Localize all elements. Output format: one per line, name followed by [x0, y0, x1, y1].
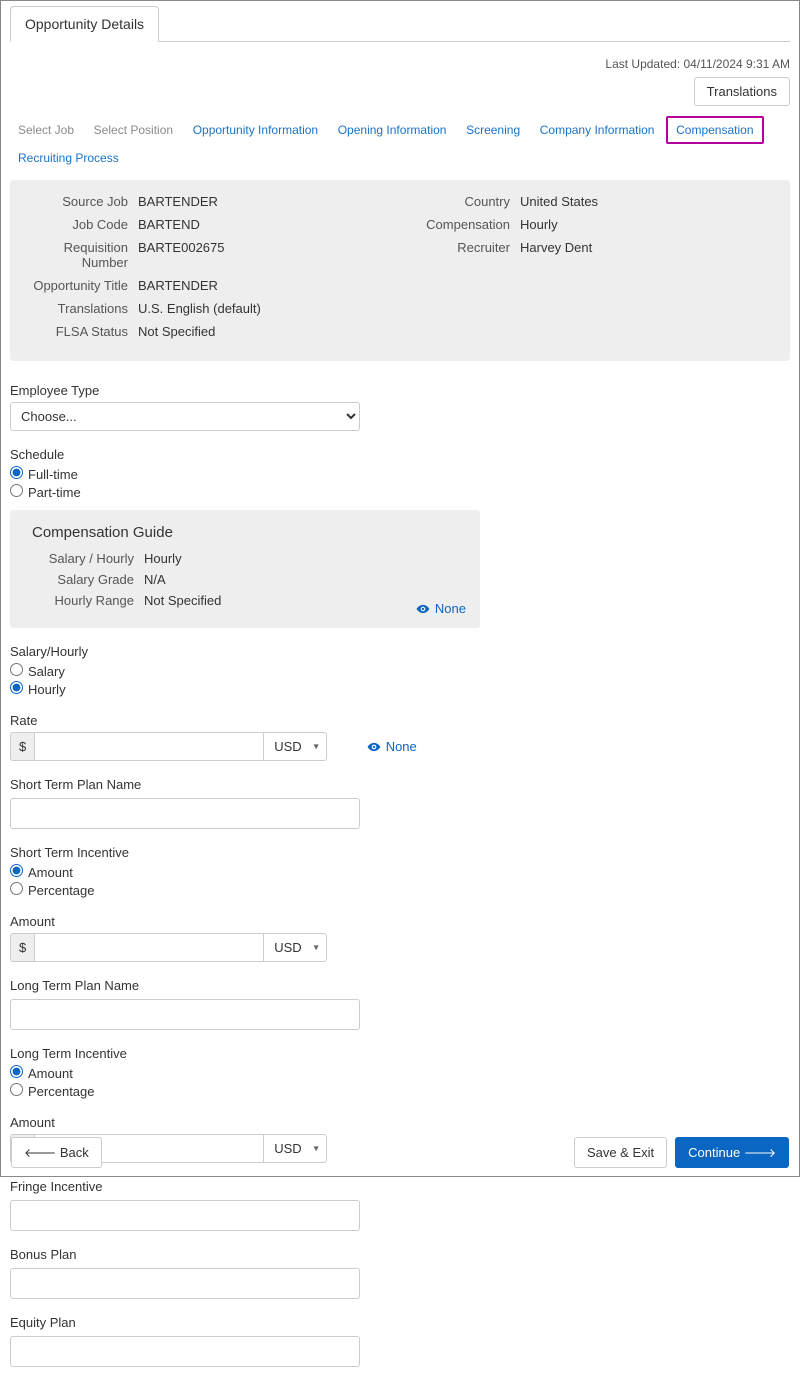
guide-title: Compensation Guide — [32, 524, 466, 541]
value-recruiter: Harvey Dent — [520, 240, 592, 255]
label-ltplan: Long Term Plan Name — [10, 978, 790, 993]
radio-parttime[interactable] — [10, 484, 23, 497]
fringe-input[interactable] — [10, 1200, 360, 1231]
label-stincentive: Short Term Incentive — [10, 845, 790, 860]
label-source-job: Source Job — [20, 194, 138, 209]
label-ltincentive: Long Term Incentive — [10, 1046, 790, 1061]
tab-opening-information[interactable]: Opening Information — [330, 116, 455, 144]
label-translations: Translations — [20, 301, 138, 316]
stplan-input[interactable] — [10, 798, 360, 829]
guide-value-salaryhourly: Hourly — [144, 551, 182, 566]
radio-st-amount[interactable] — [10, 864, 23, 877]
radio-lt-amount[interactable] — [10, 1065, 23, 1078]
st-amount-input[interactable] — [34, 933, 264, 962]
save-exit-button[interactable]: Save & Exit — [574, 1137, 667, 1168]
label-compensation: Compensation — [400, 217, 520, 232]
visibility-none-rate[interactable]: None — [367, 739, 417, 754]
value-req-number: BARTE002675 — [138, 240, 225, 270]
tab-opportunity-information[interactable]: Opportunity Information — [185, 116, 326, 144]
radio-lt-amount-wrap[interactable]: Amount — [10, 1065, 790, 1081]
value-job-code: BARTEND — [138, 217, 200, 232]
label-salaryhourly-field: Salary/Hourly — [10, 644, 790, 659]
radio-lt-percentage-wrap[interactable]: Percentage — [10, 1083, 790, 1099]
radio-st-percentage[interactable] — [10, 882, 23, 895]
ltplan-input[interactable] — [10, 999, 360, 1030]
label-bonus: Bonus Plan — [10, 1247, 790, 1262]
tab-select-position: Select Position — [86, 116, 181, 144]
arrow-right-icon: 🡒 — [744, 1146, 776, 1160]
continue-button[interactable]: Continue 🡒 — [675, 1137, 789, 1168]
tab-compensation[interactable]: Compensation — [666, 116, 763, 144]
label-fringe: Fringe Incentive — [10, 1179, 790, 1194]
radio-salary-wrap[interactable]: Salary — [10, 663, 790, 679]
value-translations: U.S. English (default) — [138, 301, 261, 316]
arrow-left-icon: 🡐 — [24, 1146, 56, 1160]
label-rate: Rate — [10, 713, 790, 728]
radio-st-amount-wrap[interactable]: Amount — [10, 864, 790, 880]
currency-symbol: $ — [10, 732, 34, 761]
bonus-input[interactable] — [10, 1268, 360, 1299]
tab-label: Opportunity Details — [25, 16, 144, 32]
radio-fulltime-wrap[interactable]: Full-time — [10, 466, 790, 482]
radio-st-percentage-wrap[interactable]: Percentage — [10, 882, 790, 898]
summary-box: Source JobBARTENDER Job CodeBARTEND Requ… — [10, 180, 790, 361]
label-opp-title: Opportunity Title — [20, 278, 138, 293]
translations-button[interactable]: Translations — [694, 77, 790, 106]
radio-hourly-wrap[interactable]: Hourly — [10, 681, 790, 697]
employee-type-select[interactable]: Choose... — [10, 402, 360, 431]
rate-currency-wrap[interactable]: USD — [264, 739, 326, 754]
label-employee-type: Employee Type — [10, 383, 790, 398]
radio-hourly[interactable] — [10, 681, 23, 694]
guide-label-range: Hourly Range — [24, 593, 144, 608]
label-recruiter: Recruiter — [400, 240, 520, 255]
radio-parttime-wrap[interactable]: Part-time — [10, 484, 790, 500]
st-currency-select[interactable]: USD — [264, 933, 326, 962]
tab-company-information[interactable]: Company Information — [532, 116, 663, 144]
last-updated-text: Last Updated: 04/11/2024 9:31 AM — [605, 57, 790, 71]
label-lt-amount: Amount — [10, 1115, 790, 1130]
guide-value-range: Not Specified — [144, 593, 221, 608]
value-compensation: Hourly — [520, 217, 558, 232]
label-stplan: Short Term Plan Name — [10, 777, 790, 792]
radio-lt-percentage[interactable] — [10, 1083, 23, 1096]
value-country: United States — [520, 194, 598, 209]
tab-opportunity-details[interactable]: Opportunity Details — [10, 6, 159, 42]
footer: 🡐 Back Save & Exit Continue 🡒 — [11, 1137, 789, 1168]
label-schedule: Schedule — [10, 447, 790, 462]
label-req-number: Requisition Number — [20, 240, 138, 270]
eye-icon — [416, 602, 430, 616]
tab-recruiting-process[interactable]: Recruiting Process — [10, 144, 127, 172]
value-source-job: BARTENDER — [138, 194, 218, 209]
currency-symbol-st: $ — [10, 933, 34, 962]
visibility-none-guide[interactable]: None — [416, 601, 466, 616]
rate-currency-select[interactable]: USD — [264, 732, 326, 761]
tab-screening[interactable]: Screening — [458, 116, 528, 144]
rate-input[interactable] — [34, 732, 264, 761]
guide-label-grade: Salary Grade — [24, 572, 144, 587]
back-button[interactable]: 🡐 Back — [11, 1137, 102, 1168]
compensation-guide-box: Compensation Guide Salary / HourlyHourly… — [10, 510, 480, 628]
guide-value-grade: N/A — [144, 572, 166, 587]
radio-fulltime[interactable] — [10, 466, 23, 479]
wizard-tabs: Select Job Select Position Opportunity I… — [10, 116, 790, 172]
value-opp-title: BARTENDER — [138, 278, 218, 293]
guide-label-salaryhourly: Salary / Hourly — [24, 551, 144, 566]
label-st-amount: Amount — [10, 914, 790, 929]
label-flsa: FLSA Status — [20, 324, 138, 339]
label-job-code: Job Code — [20, 217, 138, 232]
equity-input[interactable] — [10, 1336, 360, 1367]
label-country: Country — [400, 194, 520, 209]
label-equity: Equity Plan — [10, 1315, 790, 1330]
radio-salary[interactable] — [10, 663, 23, 676]
eye-icon — [367, 740, 381, 754]
st-currency-wrap[interactable]: USD — [264, 940, 326, 955]
value-flsa: Not Specified — [138, 324, 215, 339]
tab-select-job: Select Job — [10, 116, 82, 144]
